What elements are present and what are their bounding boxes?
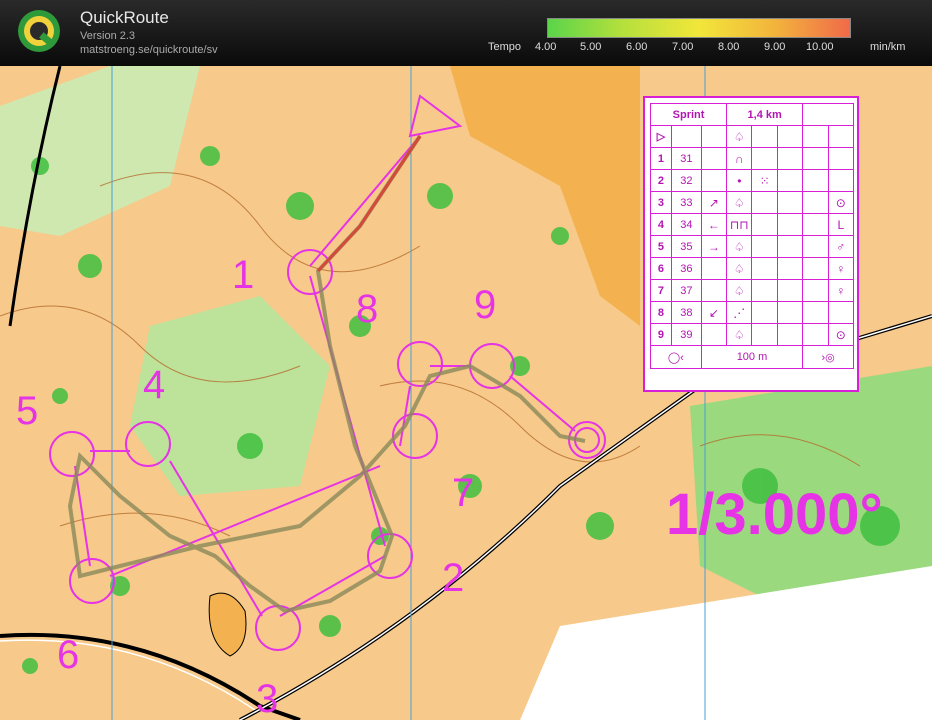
control-number: 4	[143, 363, 165, 407]
card-row: 6 36 ♤ ♀	[650, 257, 855, 280]
card-event: Sprint	[649, 103, 728, 126]
card-row-code: 34	[670, 213, 702, 236]
feature-symbol: ♤	[726, 235, 753, 258]
control-description-card: Sprint 1,4 km ▷ ♤ 1 31 ∩ 2 32 • ⁙ 3 33 ↗…	[643, 96, 859, 392]
tempo-unit: min/km	[870, 41, 906, 53]
tempo-tick: 7.00	[672, 41, 694, 53]
card-row-code: 33	[670, 191, 702, 214]
control-number: 3	[256, 677, 278, 720]
card-row-code: 39	[670, 323, 702, 346]
card-row-number: 5	[650, 235, 672, 258]
card-distance: 1,4 km	[726, 103, 804, 126]
tempo-tick: 5.00	[580, 41, 602, 53]
feature-symbol: ♤	[726, 257, 753, 280]
start-symbol: ▷	[650, 125, 672, 148]
card-row: 4 34 ← ⊓⊓ L	[650, 213, 855, 236]
card-row-code: 36	[670, 257, 702, 280]
control-number: 5	[16, 389, 38, 433]
app-url[interactable]: matstroeng.se/quickroute/sv	[80, 44, 218, 56]
card-row-number: 2	[650, 169, 672, 192]
card-row: 7 37 ♤ ♀	[650, 279, 855, 302]
card-row: 2 32 • ⁙	[650, 169, 855, 192]
start-flag-icon: ◯‹	[650, 345, 702, 369]
card-row: 5 35 → ♤ ♂	[650, 235, 855, 258]
quickroute-logo-icon	[18, 10, 60, 52]
control-number: 1	[232, 253, 254, 297]
control-description-table: Sprint 1,4 km ▷ ♤ 1 31 ∩ 2 32 • ⁙ 3 33 ↗…	[649, 103, 855, 369]
control-number: 7	[452, 471, 474, 515]
app-header: QuickRoute Version 2.3 matstroeng.se/qui…	[0, 0, 932, 66]
tempo-label: Tempo	[488, 41, 522, 53]
card-row-number: 7	[650, 279, 672, 302]
card-row-number: 9	[650, 323, 672, 346]
finish-distance: 100 m	[700, 345, 804, 369]
feature-symbol: ⋰	[726, 301, 753, 324]
app-version: Version 2.3	[80, 30, 136, 42]
card-row-code: 38	[670, 301, 702, 324]
tempo-tick: 4.00	[535, 41, 557, 53]
card-row-number: 8	[650, 301, 672, 324]
card-row: 8 38 ↙ ⋰	[650, 301, 855, 324]
finish-icon: ›◎	[802, 345, 854, 369]
tempo-tick: 9.00	[764, 41, 786, 53]
feature-symbol: •	[726, 169, 753, 192]
card-row-code: 37	[670, 279, 702, 302]
control-number: 8	[356, 287, 378, 331]
tempo-color-scale	[547, 18, 851, 38]
tempo-tick: 10.00	[806, 41, 834, 53]
card-row-code: 35	[670, 235, 702, 258]
feature-symbol: ♤	[726, 279, 753, 302]
card-row-number: 1	[650, 147, 672, 170]
map-scale-label: 1/3.000°	[666, 482, 883, 547]
feature-symbol: ⊓⊓	[726, 213, 753, 236]
card-cell: ♤	[726, 125, 753, 148]
card-row-number: 3	[650, 191, 672, 214]
control-number: 2	[442, 556, 464, 600]
card-row-number: 6	[650, 257, 672, 280]
tempo-tick: 6.00	[626, 41, 648, 53]
control-number: 6	[57, 633, 79, 677]
feature-symbol: ♤	[726, 323, 753, 346]
feature-symbol: ♤	[726, 191, 753, 214]
app-title: QuickRoute	[80, 8, 169, 27]
card-row-code: 32	[670, 169, 702, 192]
card-row: 1 31 ∩	[650, 147, 855, 170]
feature-symbol: ∩	[726, 147, 753, 170]
card-row-number: 4	[650, 213, 672, 236]
card-row: 9 39 ♤ ⊙	[650, 323, 855, 346]
card-row-code: 31	[670, 147, 702, 170]
tempo-tick: 8.00	[718, 41, 740, 53]
card-row: 3 33 ↗ ♤ ⊙	[650, 191, 855, 214]
control-number: 9	[474, 283, 496, 327]
